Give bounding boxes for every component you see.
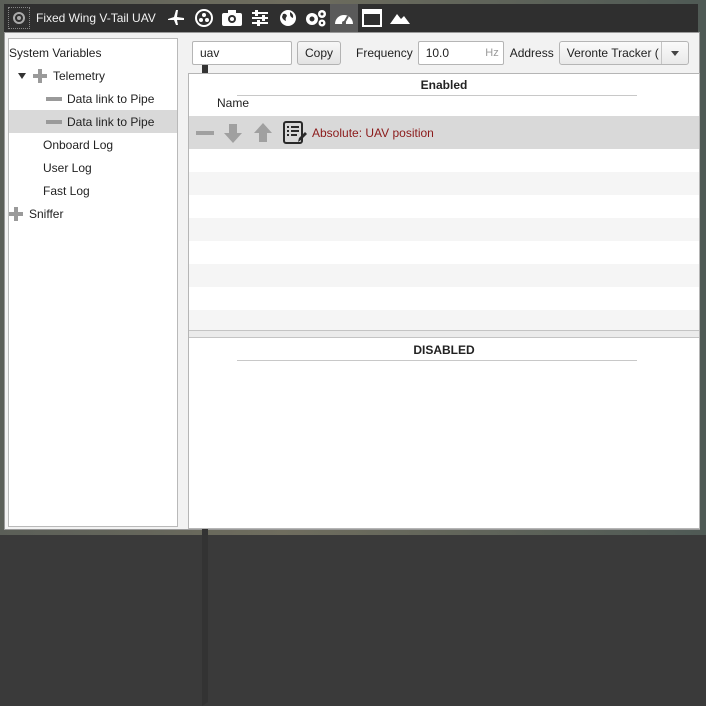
table-row[interactable]: Absolute: UAV position (189, 116, 699, 149)
disabled-header-divider (237, 360, 637, 361)
top-toolbar: Fixed Wing V-Tail UAV (4, 4, 698, 32)
row-actions (196, 120, 316, 146)
tree-item-system-variables[interactable]: System Variables (9, 41, 208, 545)
radiation-icon[interactable] (190, 4, 218, 32)
address-label: Address (509, 46, 554, 60)
frequency-input[interactable]: 10.0 Hz (417, 41, 504, 65)
gauge-icon[interactable] (329, 4, 358, 32)
tree-item-label: User Log (43, 160, 92, 175)
frequency-value: 10.0 (425, 46, 450, 60)
airplane-icon[interactable] (162, 4, 190, 32)
tree-item-label: Sniffer (29, 206, 64, 221)
app-gear-icon[interactable] (8, 7, 30, 29)
move-up-icon[interactable] (252, 122, 274, 144)
copy-button[interactable]: Copy (297, 41, 341, 65)
messages-table: Enabled Name Absolute: UAV position DISA… (188, 73, 700, 529)
dash-icon (46, 119, 62, 124)
chevron-down-icon[interactable] (660, 42, 688, 64)
mountain-icon[interactable] (386, 4, 414, 32)
tree-item-sniffer[interactable]: Sniffer (9, 202, 208, 706)
telemetry-config-panel: uav Copy Frequency 10.0 Hz Address Veron… (188, 33, 700, 529)
category-tree: System Variables Telemetry Data link to … (8, 38, 208, 706)
telemetry-window: System Variables Telemetry Data link to … (4, 32, 700, 706)
tree-item-label: Data link to Pipe (67, 91, 155, 106)
tree-item-label: Fast Log (43, 183, 90, 198)
section-splitter[interactable] (189, 330, 699, 338)
gears-icon[interactable] (302, 4, 330, 32)
edit-list-icon[interactable] (282, 120, 308, 146)
remove-icon[interactable] (196, 130, 214, 136)
camera-icon[interactable] (218, 4, 246, 32)
tree-item-fast-log[interactable]: Fast Log (9, 179, 177, 202)
name-filter-input[interactable]: uav (192, 41, 292, 65)
address-select[interactable]: Veronte Tracker ( (558, 41, 689, 65)
collapse-arrow-icon[interactable] (18, 72, 26, 79)
name-column-header: Name (217, 96, 250, 110)
empty-row (189, 149, 699, 172)
tree-item-label: Data link to Pipe (67, 114, 155, 129)
vehicle-title[interactable]: Fixed Wing V-Tail UAV (36, 11, 156, 25)
disabled-header: DISABLED (413, 343, 475, 357)
filter-row: uav Copy Frequency 10.0 Hz Address Veron… (188, 40, 700, 66)
sliders-icon[interactable] (246, 4, 274, 32)
move-down-icon[interactable] (222, 122, 244, 144)
globe-icon[interactable] (274, 4, 302, 32)
frequency-unit: Hz (485, 47, 499, 59)
empty-row (189, 195, 699, 218)
tree-item-user-log[interactable]: User Log (9, 156, 177, 179)
name-filter-value: uav (200, 46, 220, 60)
plus-icon (9, 206, 23, 221)
tree-item-label: System Variables (9, 45, 102, 60)
address-value: Veronte Tracker ( (566, 46, 659, 60)
empty-row (189, 241, 699, 264)
empty-row (189, 287, 699, 310)
enabled-header: Enabled (420, 78, 468, 92)
tree-item-telemetry[interactable]: Telemetry (9, 64, 177, 87)
tree-item-label: Telemetry (53, 68, 106, 83)
tree-item-data-link-to-pipe-2[interactable]: Data link to Pipe (9, 110, 177, 133)
window-icon[interactable] (358, 4, 386, 32)
plus-icon (33, 68, 47, 83)
empty-row (189, 172, 699, 195)
enabled-header-divider (237, 95, 637, 96)
tree-item-onboard-log[interactable]: Onboard Log (9, 133, 177, 156)
empty-row (189, 264, 699, 287)
frequency-label: Frequency (356, 46, 413, 60)
tree-item-data-link-to-pipe-1[interactable]: Data link to Pipe (9, 87, 177, 110)
enabled-rows: Absolute: UAV position (189, 116, 699, 333)
tree-item-label: Onboard Log (43, 137, 114, 152)
message-name: Absolute: UAV position (312, 125, 434, 140)
dash-icon (46, 96, 62, 101)
empty-row (189, 218, 699, 241)
